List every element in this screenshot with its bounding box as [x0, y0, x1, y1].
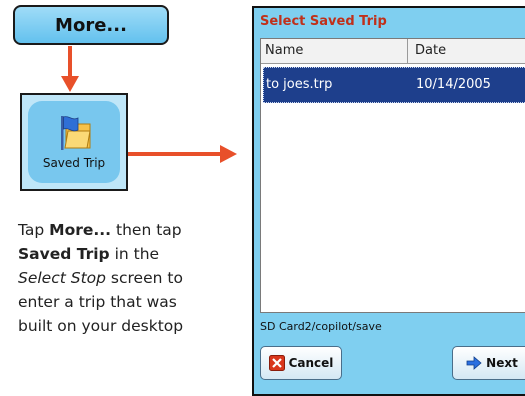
- cancel-button[interactable]: Cancel: [260, 346, 342, 380]
- column-header-date[interactable]: Date: [415, 43, 446, 58]
- arrow-down: [61, 46, 79, 92]
- list-item-date: 10/14/2005: [416, 77, 491, 92]
- next-button[interactable]: Next: [452, 346, 525, 380]
- saved-trip-list[interactable]: Name Date to joes.trp 10/14/2005: [260, 38, 525, 313]
- arrow-right: [128, 145, 237, 163]
- cancel-label: Cancel: [288, 356, 334, 370]
- list-item-name: to joes.trp: [266, 77, 333, 92]
- column-header-name[interactable]: Name: [265, 43, 303, 58]
- instruction-caption: Tap More... then tap Saved Trip in the S…: [18, 221, 184, 335]
- arrow-right-icon: [466, 356, 482, 370]
- dialog-title: Select Saved Trip: [260, 14, 387, 29]
- list-header: Name Date: [261, 39, 525, 64]
- list-item[interactable]: to joes.trp 10/14/2005: [263, 67, 525, 103]
- select-saved-trip-screen: Select Saved Trip Name Date to joes.trp …: [252, 6, 525, 396]
- folder-path: SD Card2/copilot/save: [260, 320, 382, 333]
- next-label: Next: [486, 356, 518, 370]
- column-divider: [407, 39, 408, 63]
- close-icon: [268, 355, 285, 371]
